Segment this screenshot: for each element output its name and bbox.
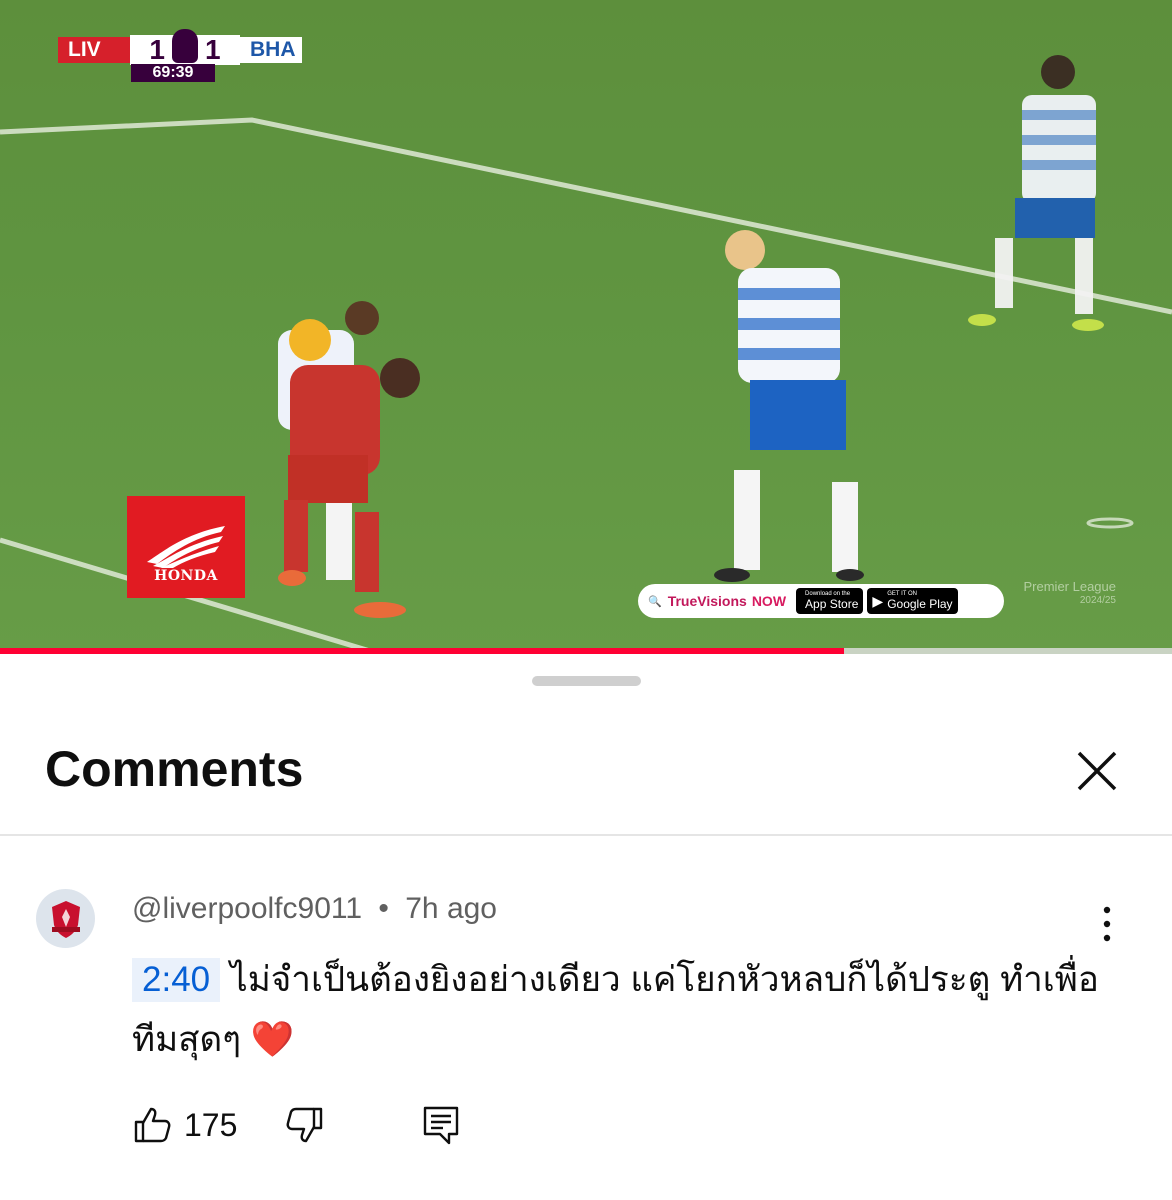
heart-emoji: ❤️ <box>250 1020 295 1059</box>
timestamp-link[interactable]: 2:40 <box>132 958 221 1002</box>
comments-sheet: Comments @liverpoolfc9011 • 7h ago 2:40 ไ… <box>0 654 1172 1200</box>
honda-sponsor-logo: HONDA <box>127 496 245 598</box>
home-team-label: LIV <box>58 37 130 63</box>
meta-separator: • <box>378 892 389 925</box>
truevisions-now: NOW <box>751 593 787 609</box>
scoreboard: LIV 1 1 BHA <box>58 29 302 65</box>
reply-icon <box>424 1106 459 1145</box>
drag-handle[interactable] <box>532 676 641 686</box>
premier-league-logo-icon <box>172 29 198 63</box>
google-play-icon: ▶ <box>872 592 884 609</box>
comments-title: Comments <box>45 741 304 797</box>
truevisions-ad-banner[interactable]: 🔍 TrueVisions NOW Download on the App St… <box>638 584 1004 618</box>
away-team-label: BHA <box>240 37 302 63</box>
google-play-badge[interactable]: ▶ GET IT ON Google Play <box>867 588 958 614</box>
reply-button[interactable] <box>421 1104 461 1146</box>
comment-author[interactable]: @liverpoolfc9011 <box>132 892 362 925</box>
app-store-badge[interactable]: Download on the App Store <box>796 588 864 614</box>
player-figure <box>968 55 1104 331</box>
avatar[interactable] <box>36 889 95 948</box>
dislike-button[interactable] <box>285 1105 325 1145</box>
search-icon: 🔍 <box>648 595 662 608</box>
app-store-label: App Store <box>805 597 859 611</box>
honda-label: HONDA <box>154 568 218 584</box>
comment-actions: 175 <box>132 1104 461 1146</box>
liverpool-crest-icon <box>51 900 80 938</box>
away-score: 1 <box>205 34 221 65</box>
comment-age: 7h ago <box>405 892 497 925</box>
comment-meta: @liverpoolfc9011 • 7h ago <box>132 892 497 926</box>
google-play-label: Google Play <box>887 597 953 611</box>
watermark-title: Premier League <box>1023 579 1117 594</box>
kebab-menu-icon <box>1103 906 1111 942</box>
video-player[interactable]: LIV 1 1 BHA 69:39 HONDA 🔍 TrueVisions NO… <box>0 0 1172 654</box>
honda-wing-icon <box>147 526 225 568</box>
premier-league-watermark: Premier League 2024/25 <box>1016 579 1117 608</box>
divider <box>0 834 1172 836</box>
ball <box>289 319 331 361</box>
close-icon <box>1077 751 1117 791</box>
like-button[interactable] <box>132 1105 172 1145</box>
like-count: 175 <box>184 1106 238 1143</box>
match-clock: 69:39 <box>131 64 215 82</box>
truevisions-brand: TrueVisions <box>667 593 747 609</box>
score-box: 1 1 <box>130 29 240 65</box>
thumbs-down-icon <box>286 1107 323 1143</box>
close-button[interactable] <box>1072 746 1122 796</box>
player-figure <box>714 230 864 582</box>
more-options-button[interactable] <box>1094 904 1120 944</box>
home-score: 1 <box>149 34 165 65</box>
comment-body: 2:40 ไม่จำเป็นต้องยิงอย่างเดียว แค่โยกหัว… <box>132 950 1132 1070</box>
watermark-season: 2024/25 <box>1079 595 1116 606</box>
thumbs-up-icon <box>134 1107 171 1143</box>
